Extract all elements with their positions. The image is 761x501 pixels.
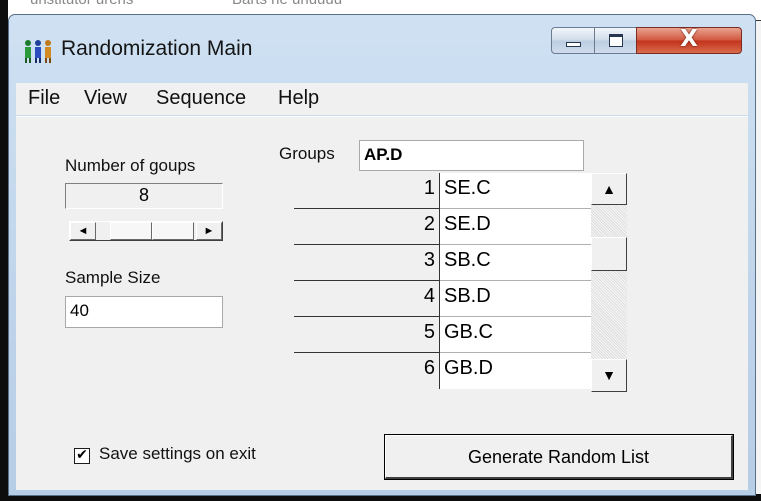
scroll-left-button[interactable]: ◄ <box>70 222 96 240</box>
scroll-up-button[interactable]: ▲ <box>591 173 627 205</box>
window-title: Randomization Main <box>61 37 253 60</box>
scroll-down-button[interactable]: ▼ <box>591 359 627 392</box>
groups-vertical-scrollbar[interactable]: ▲ ▼ <box>591 173 627 392</box>
menu-view[interactable]: View <box>84 87 127 110</box>
minimize-icon <box>566 42 581 47</box>
grid-row[interactable]: 3 SB.C <box>294 245 591 281</box>
maximize-icon <box>609 34 623 47</box>
row-number: 3 <box>294 245 440 281</box>
background-text: Barts he unuuuu <box>232 0 342 8</box>
main-window: Randomization Main X File View Sequence … <box>8 14 756 496</box>
group-name-cell[interactable]: SB.D <box>440 281 591 317</box>
row-number: 5 <box>294 317 440 353</box>
menu-help[interactable]: Help <box>278 87 319 110</box>
groups-input[interactable]: AP.D <box>359 140 584 171</box>
background-text: unstitutor urens <box>30 0 133 8</box>
menu-bar: File View Sequence Help <box>16 83 748 115</box>
row-number: 2 <box>294 209 440 245</box>
sample-size-label: Sample Size <box>65 268 161 287</box>
group-name-cell[interactable]: SB.C <box>440 245 591 281</box>
groups-count-value: 8 <box>65 183 223 209</box>
sample-size-input[interactable]: 40 <box>65 296 223 328</box>
close-icon: X <box>680 26 698 52</box>
groups-label: Groups <box>279 144 335 163</box>
group-name-cell[interactable]: SE.D <box>440 209 591 245</box>
scroll-thumb-segment[interactable] <box>152 222 194 240</box>
menu-file[interactable]: File <box>28 87 60 110</box>
people-icon <box>25 40 51 63</box>
title-bar[interactable]: Randomization Main X <box>9 15 755 81</box>
grid-row[interactable]: 1 SE.C <box>294 173 591 209</box>
row-number: 1 <box>294 173 440 209</box>
generate-random-list-button[interactable]: Generate Random List <box>384 434 734 480</box>
grid-row[interactable]: 5 GB.C <box>294 317 591 353</box>
close-button[interactable]: X <box>636 26 742 54</box>
grid-row[interactable]: 6 GB.D <box>294 353 591 389</box>
group-name-cell[interactable]: GB.C <box>440 317 591 353</box>
groups-count-scrollbar[interactable]: ◄ ► <box>69 221 223 241</box>
grid-row[interactable]: 2 SE.D <box>294 209 591 245</box>
save-settings-label: Save settings on exit <box>99 444 256 463</box>
maximize-button[interactable] <box>594 27 637 54</box>
grid-row[interactable]: 4 SB.D <box>294 281 591 317</box>
row-number: 6 <box>294 353 440 389</box>
vertical-scroll-thumb[interactable] <box>591 237 627 271</box>
groups-count-label: Number of goups <box>65 156 196 175</box>
client-area: Number of goups 8 ◄ ► Sample Size 40 Gro… <box>16 116 748 490</box>
background-left-edge <box>0 0 8 501</box>
scroll-thumb[interactable] <box>110 222 152 240</box>
menu-sequence[interactable]: Sequence <box>156 87 246 110</box>
minimize-button[interactable] <box>551 27 595 54</box>
group-name-cell[interactable]: GB.D <box>440 353 591 389</box>
save-settings-checkbox[interactable]: ✔ <box>74 448 90 464</box>
group-name-cell[interactable]: SE.C <box>440 173 591 209</box>
scroll-right-button[interactable]: ► <box>196 222 222 240</box>
row-number: 4 <box>294 281 440 317</box>
